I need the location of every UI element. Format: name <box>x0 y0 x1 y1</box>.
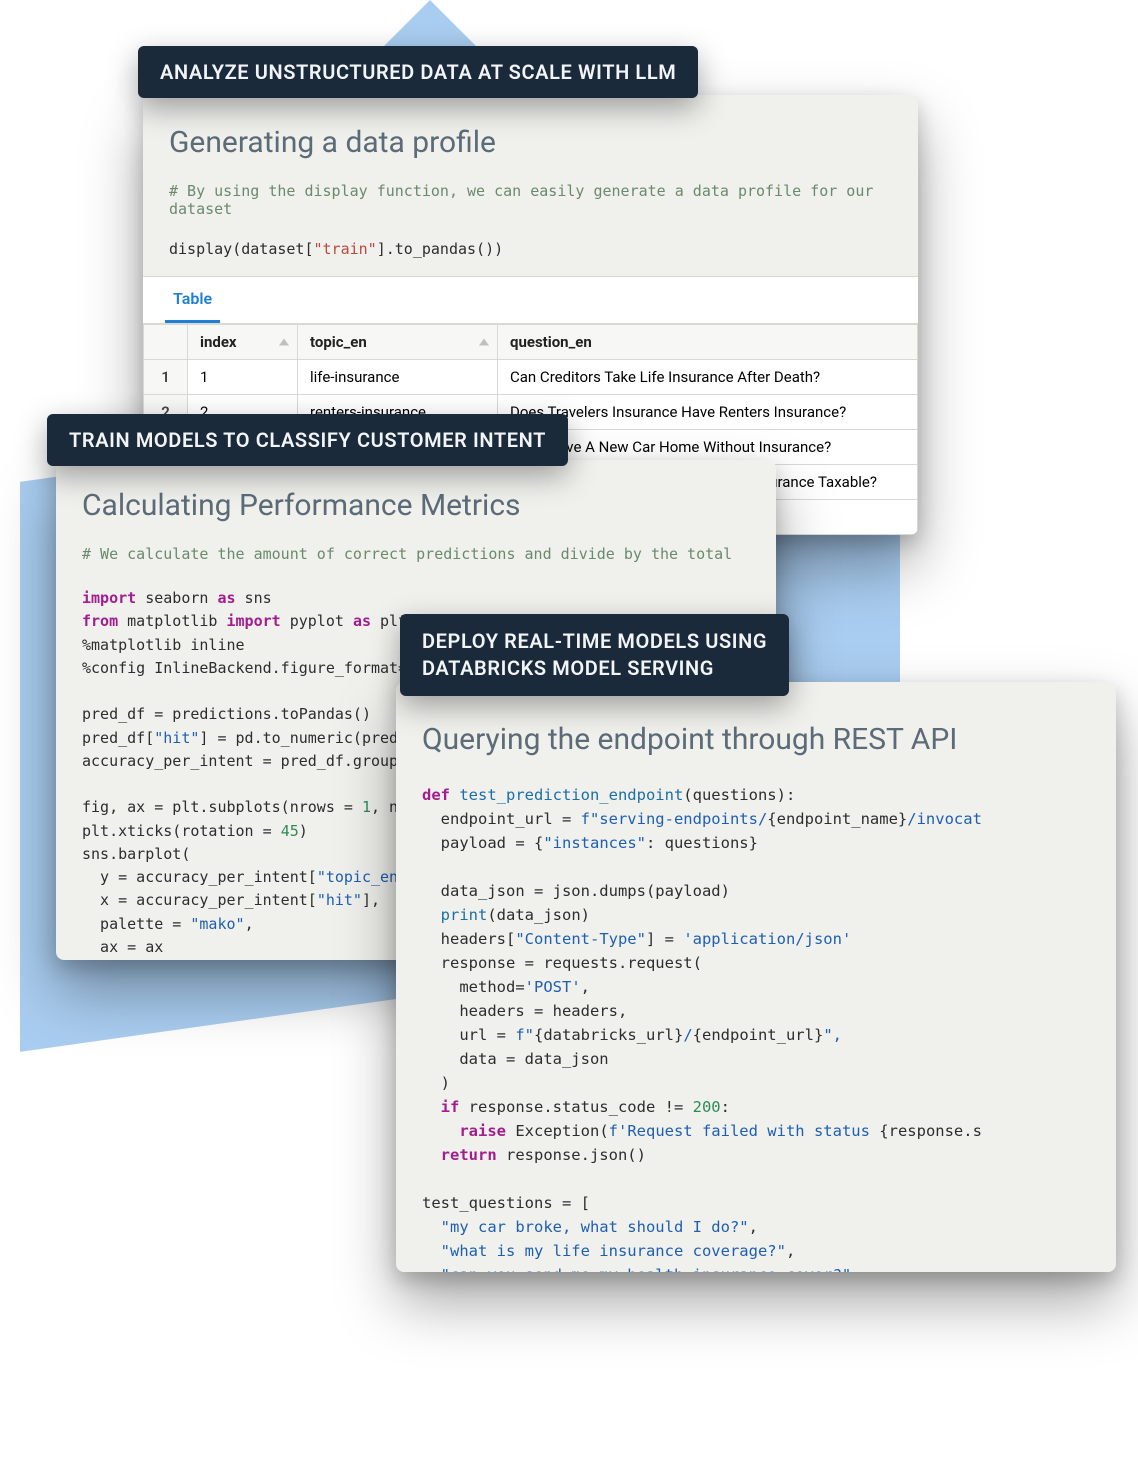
label-train: TRAIN MODELS TO CLASSIFY CUSTOMER INTENT <box>47 414 568 466</box>
card-endpoint: Querying the endpoint through REST API d… <box>396 682 1116 1272</box>
label-analyze: ANALYZE UNSTRUCTURED DATA AT SCALE WITH … <box>138 46 698 98</box>
col-rownum <box>144 325 188 360</box>
label-deploy: DEPLOY REAL-TIME MODELS USING DATABRICKS… <box>400 614 789 696</box>
col-question[interactable]: question_en <box>498 325 918 360</box>
sort-icon <box>479 339 489 346</box>
card3-title: Querying the endpoint through REST API <box>422 722 1090 757</box>
sort-icon <box>279 339 289 346</box>
card1-code: display(dataset["train"].to_pandas()) <box>169 240 892 258</box>
table-row: 1 1 life-insurance Can Creditors Take Li… <box>144 360 918 395</box>
col-index[interactable]: index <box>188 325 298 360</box>
card1-comment: # By using the display function, we can … <box>169 182 892 218</box>
col-topic[interactable]: topic_en <box>298 325 498 360</box>
card1-title: Generating a data profile <box>169 125 892 160</box>
tab-table[interactable]: Table <box>165 277 220 323</box>
card2-comment: # We calculate the amount of correct pre… <box>82 545 750 563</box>
table-tabs: Table <box>143 276 918 324</box>
card2-title: Calculating Performance Metrics <box>82 488 750 523</box>
card3-code: def test_prediction_endpoint(questions):… <box>422 783 1090 1272</box>
